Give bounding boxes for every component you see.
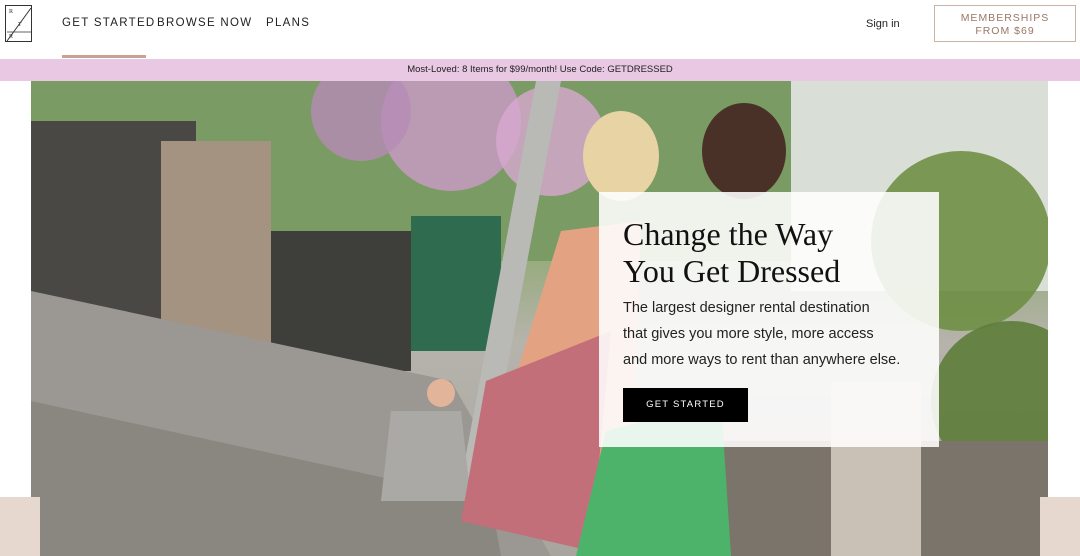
hero-title-line-2: You Get Dressed bbox=[623, 253, 841, 289]
promo-text: Most-Loved: 8 Items for $99/month! Use C… bbox=[407, 64, 673, 75]
sign-in-link[interactable]: Sign in bbox=[866, 18, 900, 30]
logo-letter-r2: R bbox=[9, 34, 14, 40]
left-edge-image bbox=[0, 497, 40, 556]
promo-bar[interactable]: Most-Loved: 8 Items for $99/month! Use C… bbox=[0, 59, 1080, 81]
get-started-button[interactable]: GET STARTED bbox=[623, 388, 748, 422]
memberships-button-label: MEMBERSHIPS bbox=[960, 12, 1050, 24]
site-header: R T R GET STARTED BROWSE NOW PLANS Sign … bbox=[0, 0, 1080, 58]
nav-get-started[interactable]: GET STARTED bbox=[62, 17, 156, 29]
hero-subtitle: The largest designer rental destination … bbox=[623, 295, 939, 373]
nav-browse-now[interactable]: BROWSE NOW bbox=[157, 17, 252, 29]
logo[interactable]: R T R bbox=[5, 5, 32, 42]
hero-subtitle-line-1: The largest designer rental destination bbox=[623, 300, 870, 316]
hero-title-line-1: Change the Way bbox=[623, 216, 834, 252]
nav-plans[interactable]: PLANS bbox=[266, 17, 310, 29]
memberships-button-price: FROM $69 bbox=[975, 25, 1035, 37]
hero-title: Change the Way You Get Dressed bbox=[623, 216, 933, 290]
hero-card: Change the Way You Get Dressed The large… bbox=[599, 192, 939, 447]
active-nav-underline bbox=[62, 55, 146, 58]
hero-subtitle-line-3: and more ways to rent than anywhere else… bbox=[623, 352, 901, 368]
hero-banner: Change the Way You Get Dressed The large… bbox=[31, 81, 1048, 556]
memberships-button[interactable]: MEMBERSHIPS FROM $69 bbox=[934, 5, 1076, 42]
right-edge-image bbox=[1040, 497, 1080, 556]
logo-letter-t: T bbox=[18, 22, 22, 28]
logo-letter-r: R bbox=[9, 9, 14, 15]
hero-subtitle-line-2: that gives you more style, more access bbox=[623, 326, 874, 342]
